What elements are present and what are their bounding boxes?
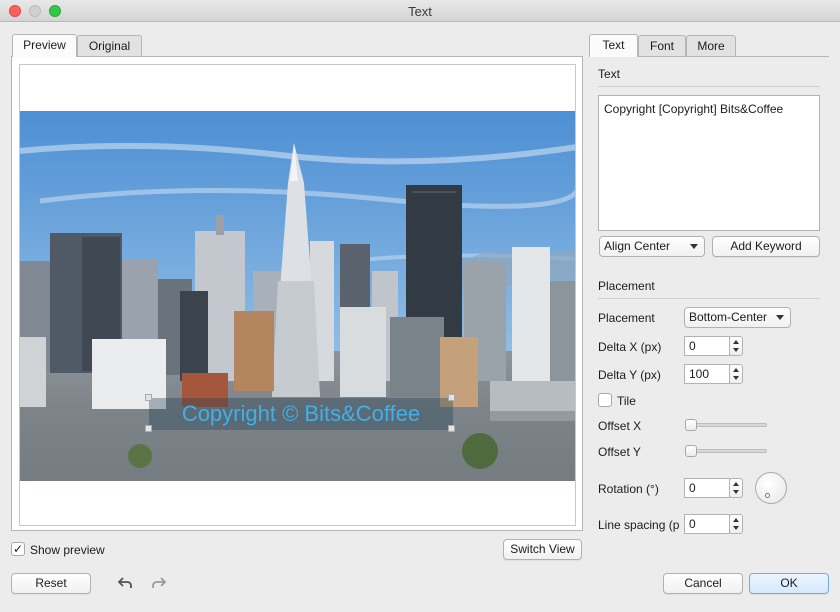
delta-y-stepper[interactable]: 100 — [684, 364, 744, 384]
align-select[interactable]: Align Center — [599, 236, 705, 257]
tab-font[interactable]: Font — [638, 35, 686, 57]
text-section-title: Text — [598, 67, 621, 81]
ok-button[interactable]: OK — [749, 573, 829, 594]
offset-y-slider[interactable] — [686, 449, 767, 453]
rotation-dial[interactable] — [755, 472, 787, 504]
tab-preview[interactable]: Preview — [12, 34, 77, 57]
rotation-input[interactable]: 0 — [684, 478, 730, 498]
delta-y-input[interactable]: 100 — [684, 364, 730, 384]
line-spacing-label: Line spacing (p — [598, 518, 680, 532]
increment-icon[interactable] — [733, 340, 739, 344]
delta-x-input[interactable]: 0 — [684, 336, 730, 356]
tab-original[interactable]: Original — [77, 35, 142, 57]
offset-y-slider-knob[interactable] — [685, 445, 697, 457]
decrement-icon[interactable] — [733, 348, 739, 352]
reset-button[interactable]: Reset — [11, 573, 91, 594]
tile-label: Tile — [617, 394, 636, 408]
watermark-text-input[interactable]: Copyright [Copyright] Bits&Coffee — [598, 95, 820, 231]
cancel-button[interactable]: Cancel — [663, 573, 743, 594]
rotation-dial-indicator — [765, 493, 770, 498]
tab-text[interactable]: Text — [589, 34, 638, 57]
show-preview-label: Show preview — [30, 543, 105, 557]
redo-icon[interactable] — [151, 576, 167, 590]
offset-x-slider-knob[interactable] — [685, 419, 697, 431]
align-select-value: Align Center — [604, 239, 671, 253]
section-divider — [598, 86, 820, 87]
placement-label: Placement — [598, 311, 655, 325]
rotation-label: Rotation (°) — [598, 482, 659, 496]
chevron-down-icon — [776, 315, 784, 320]
increment-icon[interactable] — [733, 482, 739, 486]
line-spacing-stepper[interactable]: 0 — [684, 514, 744, 534]
line-spacing-input[interactable]: 0 — [684, 514, 730, 534]
delta-y-label: Delta Y (px) — [598, 368, 661, 382]
window-title: Text — [408, 4, 432, 19]
chevron-down-icon — [690, 244, 698, 249]
show-preview-checkbox[interactable]: ✓ — [11, 542, 25, 556]
title-bar: Text — [0, 0, 840, 22]
decrement-icon[interactable] — [733, 376, 739, 380]
rotation-stepper[interactable]: 0 — [684, 478, 744, 498]
decrement-icon[interactable] — [733, 490, 739, 494]
watermark-text: Copyright © Bits&Coffee — [181, 401, 421, 426]
delta-x-stepper[interactable]: 0 — [684, 336, 744, 356]
increment-icon[interactable] — [733, 368, 739, 372]
increment-icon[interactable] — [733, 518, 739, 522]
undo-icon[interactable] — [117, 576, 133, 590]
preview-panel: Copyright © Bits&Coffee — [11, 56, 583, 531]
delta-x-label: Delta X (px) — [598, 340, 662, 354]
preview-canvas: Copyright © Bits&Coffee — [19, 64, 576, 526]
delta-y-spin-buttons[interactable] — [729, 364, 743, 384]
tile-checkbox[interactable] — [598, 393, 612, 407]
offset-x-label: Offset X — [598, 419, 642, 433]
add-keyword-button[interactable]: Add Keyword — [712, 236, 820, 257]
section-divider — [598, 298, 820, 299]
offset-y-label: Offset Y — [598, 445, 641, 459]
line-spacing-spin-buttons[interactable] — [729, 514, 743, 534]
offset-x-slider[interactable] — [686, 423, 767, 427]
placement-section-title: Placement — [598, 279, 655, 293]
placement-select[interactable]: Bottom-Center — [684, 307, 791, 328]
decrement-icon[interactable] — [733, 526, 739, 530]
rotation-spin-buttons[interactable] — [729, 478, 743, 498]
tab-more[interactable]: More — [686, 35, 736, 57]
placement-select-value: Bottom-Center — [689, 310, 768, 324]
delta-x-spin-buttons[interactable] — [729, 336, 743, 356]
switch-view-button[interactable]: Switch View — [503, 539, 582, 560]
